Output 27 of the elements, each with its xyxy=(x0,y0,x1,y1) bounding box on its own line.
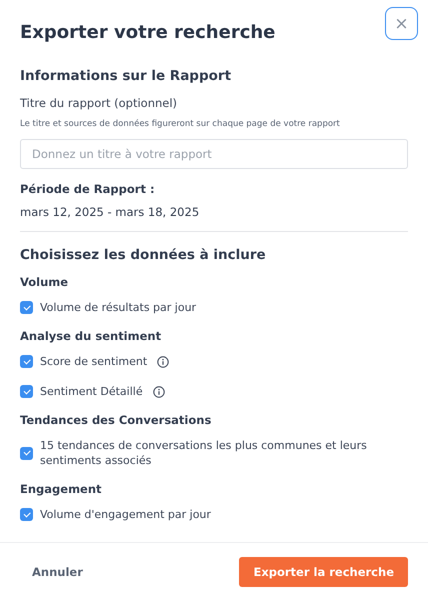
export-button[interactable]: Exporter la recherche xyxy=(239,557,408,587)
option-label: Score de sentiment xyxy=(40,354,148,369)
checkbox[interactable] xyxy=(20,446,33,460)
group-title: Tendances des Conversations xyxy=(20,413,212,427)
option-label: Volume d'engagement par jour xyxy=(40,507,211,522)
option-label: Volume de résultats par jour xyxy=(40,300,196,315)
close-button[interactable]: × xyxy=(385,7,418,40)
report-title-field[interactable]: Donnez un titre à votre rapport xyxy=(20,139,408,169)
info-icon[interactable] xyxy=(157,356,170,368)
checkbox[interactable] xyxy=(20,355,33,368)
cancel-button[interactable]: Annuler xyxy=(20,557,95,587)
option-label: Sentiment Détaillé xyxy=(40,384,143,399)
checkbox[interactable] xyxy=(20,301,33,314)
checkbox[interactable] xyxy=(20,508,33,521)
field-hint: Le titre et sources de données figureront sur chaque page de votre rapport xyxy=(20,119,341,129)
group-title: Volume xyxy=(20,275,70,289)
section-heading: Informations sur le Rapport xyxy=(20,68,232,84)
section-heading: Choisissez les données à inclure xyxy=(20,247,267,263)
group-title: Engagement xyxy=(20,482,103,496)
field-label: Titre du rapport (optionnel) xyxy=(20,96,178,110)
dialog-title: Exporter votre recherche xyxy=(20,21,276,45)
group-title: Analyse du sentiment xyxy=(20,329,162,343)
period-dates: mars 12, 2025 - mars 18, 2025 xyxy=(20,205,200,219)
info-icon[interactable] xyxy=(152,386,165,398)
period-label: Période de Rapport : xyxy=(20,182,156,196)
option-label: 15 tendances de conversations les plus communes et leurs sentiments associés xyxy=(40,438,368,468)
checkbox[interactable] xyxy=(20,385,33,398)
